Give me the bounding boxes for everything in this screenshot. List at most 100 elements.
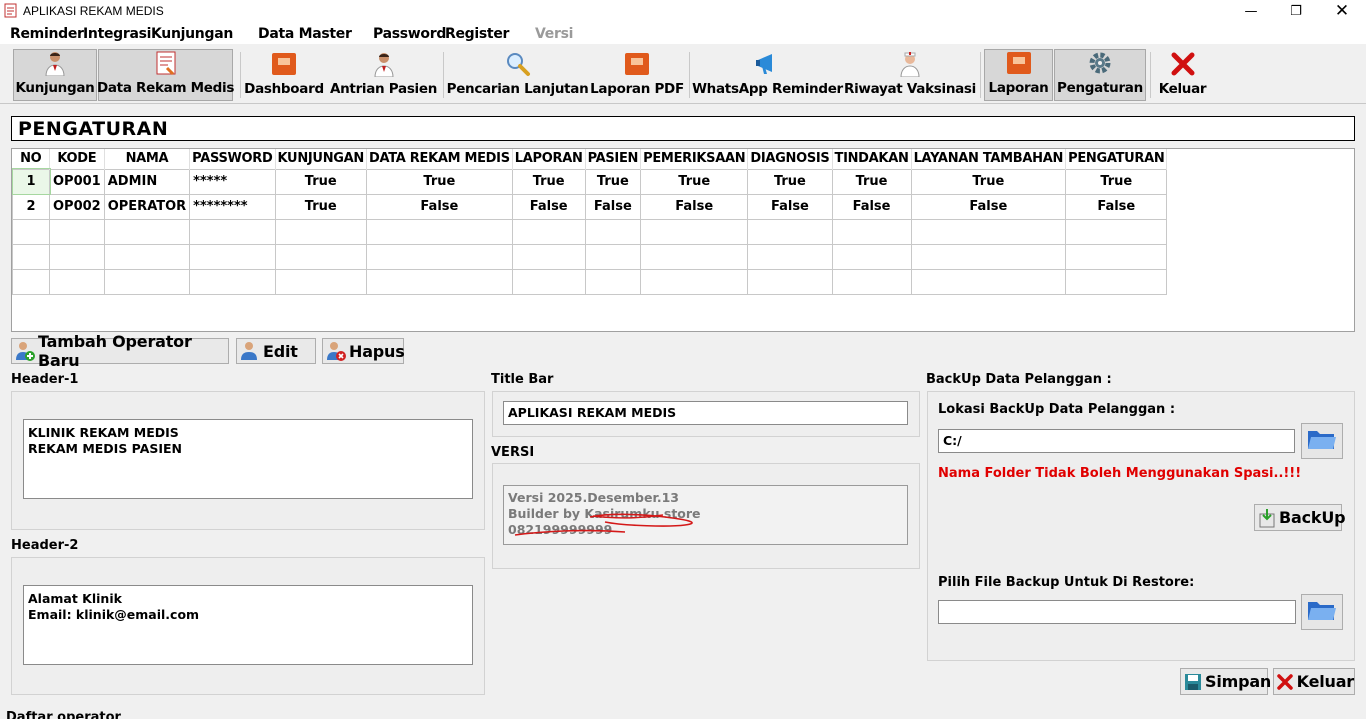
doctor-icon: [371, 51, 397, 77]
table-row-empty[interactable]: [12, 218, 1168, 245]
table-row-empty[interactable]: [12, 243, 1168, 270]
toolbar-separator: [1150, 52, 1151, 98]
toolbar-label: Pengaturan: [1057, 80, 1143, 96]
close-button[interactable]: ✕: [1319, 0, 1365, 22]
restore-file-input[interactable]: [938, 600, 1296, 624]
table-cell[interactable]: True: [365, 168, 513, 195]
hapus-button[interactable]: Hapus: [322, 338, 405, 364]
toolbar-data-rekam-medis-button[interactable]: Data Rekam Medis: [97, 49, 234, 101]
table-cell[interactable]: OP001: [49, 168, 105, 195]
toolbar-laporan-pdf-button[interactable]: Laporan PDF: [590, 49, 684, 101]
menu-versi[interactable]: Versi: [535, 26, 573, 42]
lokasi-backup-label: Lokasi BackUp Data Pelanggan :: [938, 402, 1176, 417]
column-header[interactable]: PEMERIKSAAN: [640, 149, 749, 169]
header2-line: Email: klinik@email.com: [28, 607, 200, 622]
red-scribble-overlay: [514, 513, 693, 536]
column-header[interactable]: NAMA: [104, 149, 191, 169]
toolbar-pencarian-lanjutan-button[interactable]: Pencarian Lanjutan: [447, 49, 589, 101]
column-header[interactable]: PASSWORD: [189, 149, 276, 169]
toolbar-whatsapp-reminder-button[interactable]: WhatsApp Reminder: [692, 49, 843, 101]
table-row-empty[interactable]: [12, 268, 1168, 295]
table-cell[interactable]: False: [640, 193, 749, 220]
tambah-operator-button[interactable]: Tambah Operator Baru: [11, 332, 229, 370]
column-header[interactable]: KUNJUNGAN: [275, 149, 367, 169]
versi-label: VERSI: [491, 445, 535, 460]
table-cell[interactable]: False: [910, 193, 1067, 220]
simpan-button[interactable]: Simpan: [1180, 668, 1271, 695]
edit-button[interactable]: Edit: [236, 338, 316, 364]
toolbar-keluar-button[interactable]: Keluar: [1155, 49, 1210, 101]
toolbar-kunjungan-button[interactable]: Kunjungan: [13, 49, 97, 101]
window-title: APLIKASI REKAM MEDIS: [23, 4, 164, 18]
browse-folder-button[interactable]: [1301, 423, 1343, 459]
menu-kunjungan[interactable]: Kunjungan: [151, 26, 233, 42]
edit-user-icon: [240, 341, 260, 361]
toolbar-separator: [980, 52, 981, 98]
keluar-button[interactable]: Keluar: [1273, 668, 1355, 695]
header1-line: KLINIK REKAM MEDIS: [28, 425, 179, 440]
header2-textarea[interactable]: Alamat Klinik Email: klinik@email.com: [23, 585, 473, 665]
titlebar-input[interactable]: APLIKASI REKAM MEDIS: [503, 401, 908, 425]
toolbar-riwayat-vaksinasi-button[interactable]: Riwayat Vaksinasi: [844, 49, 976, 101]
table-cell[interactable]: OPERATOR: [103, 193, 191, 220]
menu-integrasi[interactable]: Integrasi: [83, 26, 151, 42]
operator-grid: NO KODE NAMA PASSWORD KUNJUNGAN DATA REK…: [11, 149, 1168, 295]
column-header[interactable]: LAPORAN: [512, 149, 586, 169]
header2-label: Header-2: [11, 538, 79, 553]
toolbar-pengaturan-button[interactable]: Pengaturan: [1054, 49, 1146, 101]
backup-button[interactable]: BackUp: [1254, 504, 1346, 531]
table-cell[interactable]: True: [910, 168, 1067, 195]
toolbar-label: WhatsApp Reminder: [692, 81, 843, 97]
table-cell[interactable]: True: [1065, 168, 1168, 195]
table-cell[interactable]: True: [640, 168, 749, 195]
table-cell[interactable]: False: [365, 193, 513, 220]
table-cell[interactable]: True: [584, 168, 642, 195]
table-cell[interactable]: False: [747, 193, 833, 220]
column-header[interactable]: TINDAKAN: [832, 149, 912, 169]
toolbar-antrian-pasien-button[interactable]: Antrian Pasien: [330, 49, 437, 101]
table-cell[interactable]: False: [831, 193, 912, 220]
table-cell[interactable]: True: [747, 168, 833, 195]
gear-icon: [1087, 50, 1113, 76]
table-cell[interactable]: False: [511, 193, 586, 220]
column-header[interactable]: LAYANAN TAMBAHAN: [911, 149, 1067, 169]
table-cell[interactable]: True: [274, 193, 367, 220]
toolbar-laporan-button[interactable]: Laporan: [984, 49, 1053, 101]
tambah-operator-label: Tambah Operator Baru: [38, 332, 192, 370]
browse-restore-button[interactable]: [1301, 594, 1343, 630]
table-cell[interactable]: True: [274, 168, 367, 195]
table-cell[interactable]: 2: [12, 193, 50, 220]
table-cell[interactable]: True: [511, 168, 586, 195]
table-cell[interactable]: ADMIN: [103, 168, 191, 195]
menu-register[interactable]: Register: [445, 26, 509, 42]
restore-label: Pilih File Backup Untuk Di Restore:: [938, 575, 1195, 590]
lokasi-backup-input[interactable]: C:/: [938, 429, 1295, 453]
toolbar-dashboard-button[interactable]: Dashboard: [244, 49, 324, 101]
column-header[interactable]: PENGATURAN: [1065, 149, 1168, 169]
table-cell[interactable]: True: [831, 168, 912, 195]
menu-password[interactable]: Password: [373, 26, 446, 42]
medical-record-icon: [153, 50, 179, 76]
table-cell[interactable]: *****: [189, 168, 276, 195]
table-row[interactable]: 1 OP001 ADMIN ***** True True True True …: [11, 168, 1168, 195]
header1-textarea[interactable]: KLINIK REKAM MEDIS REKAM MEDIS PASIEN: [23, 419, 473, 499]
column-header[interactable]: KODE: [49, 149, 105, 169]
table-row[interactable]: 2 OP002 OPERATOR ******** True False Fal…: [12, 193, 1168, 220]
table-cell[interactable]: False: [584, 193, 642, 220]
add-user-icon: [15, 341, 35, 361]
hapus-label: Hapus: [349, 341, 405, 361]
titlebar-setting-label: Title Bar: [491, 372, 554, 387]
table-cell[interactable]: 1: [11, 168, 51, 195]
folder-open-icon: [1307, 598, 1337, 626]
menu-data-master[interactable]: Data Master: [258, 26, 352, 42]
table-cell[interactable]: False: [1065, 193, 1168, 220]
table-cell[interactable]: OP002: [49, 193, 105, 220]
maximize-button[interactable]: ❐: [1273, 0, 1319, 22]
minimize-button[interactable]: —: [1228, 0, 1274, 22]
column-header[interactable]: DATA REKAM MEDIS: [366, 149, 513, 169]
column-header[interactable]: DIAGNOSIS: [747, 149, 833, 169]
table-cell[interactable]: ********: [189, 193, 276, 220]
column-header[interactable]: NO: [12, 149, 50, 169]
column-header[interactable]: PASIEN: [585, 149, 642, 169]
menu-reminder[interactable]: Reminder: [10, 26, 84, 42]
